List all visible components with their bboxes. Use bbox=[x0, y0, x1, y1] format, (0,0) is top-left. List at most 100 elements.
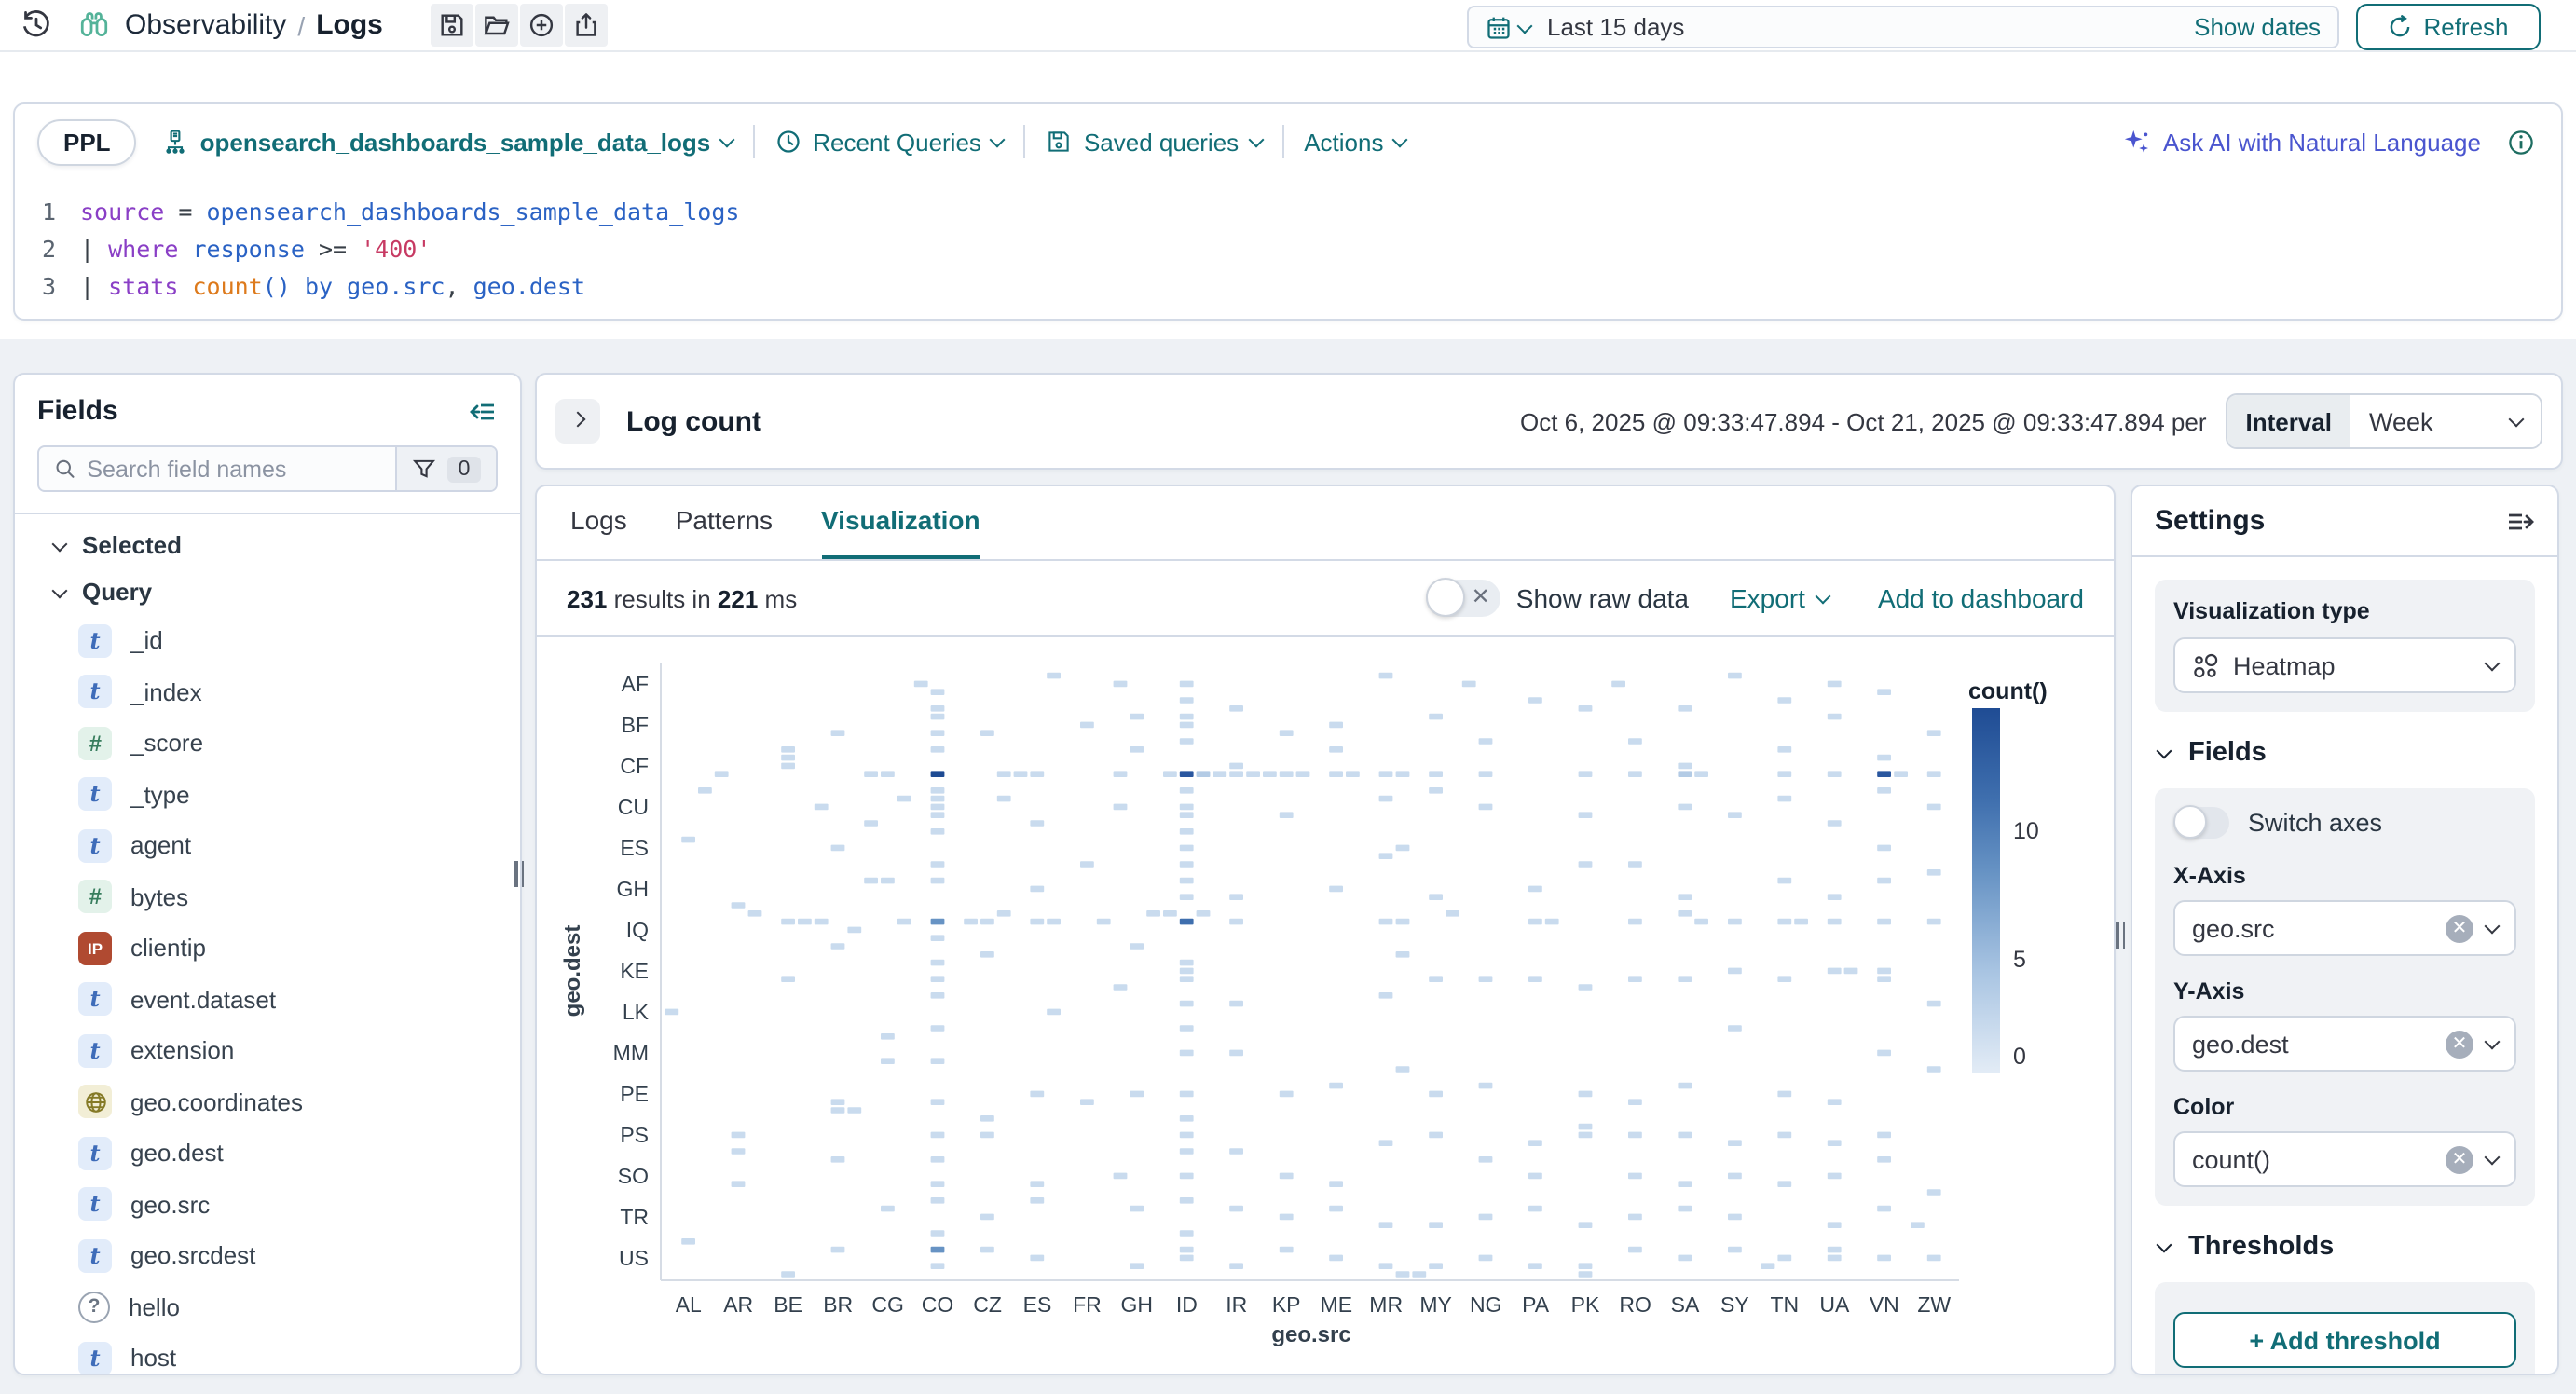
collapse-settings-icon[interactable] bbox=[2505, 506, 2535, 536]
history-icon[interactable] bbox=[21, 9, 52, 41]
visualization-panel: Logs Patterns Visualization 231 results … bbox=[535, 485, 2116, 1375]
text-field-icon: t bbox=[78, 778, 112, 812]
svg-text:US: US bbox=[619, 1246, 649, 1270]
svg-text:BE: BE bbox=[774, 1292, 802, 1317]
field-group-selected[interactable]: Selected bbox=[15, 522, 520, 568]
editor-line[interactable]: 1source = opensearch_dashboards_sample_d… bbox=[15, 194, 2561, 231]
field-name: geo.coordinates bbox=[130, 1088, 303, 1116]
share-button[interactable] bbox=[566, 4, 609, 47]
svg-text:SA: SA bbox=[1671, 1292, 1700, 1317]
field-item-_index[interactable]: t_index bbox=[15, 666, 520, 718]
refresh-button[interactable]: Refresh bbox=[2356, 4, 2541, 50]
field-item-geo.src[interactable]: tgeo.src bbox=[15, 1179, 520, 1230]
color-select[interactable]: count() ✕ bbox=[2173, 1131, 2516, 1187]
add-threshold-button[interactable]: + Add threshold bbox=[2173, 1312, 2516, 1368]
saved-queries-button[interactable]: Saved queries bbox=[1047, 128, 1261, 156]
thresholds-section-header[interactable]: Thresholds bbox=[2158, 1232, 2535, 1262]
visualization-type-select[interactable]: Heatmap bbox=[2173, 637, 2516, 693]
svg-text:IR: IR bbox=[1226, 1292, 1247, 1317]
actions-menu-button[interactable]: Actions bbox=[1304, 128, 1405, 156]
panel-title: Log count bbox=[626, 405, 761, 437]
add-to-dashboard-button[interactable]: Add to dashboard bbox=[1878, 583, 2084, 613]
expand-panel-button[interactable] bbox=[555, 399, 600, 444]
save-button[interactable] bbox=[432, 4, 474, 47]
tab-visualization[interactable]: Visualization bbox=[821, 505, 980, 559]
field-item-bytes[interactable]: # bytes bbox=[15, 871, 520, 922]
editor-line[interactable]: 2| where response >= '400' bbox=[15, 231, 2561, 268]
calendar-icon[interactable] bbox=[1486, 14, 1530, 40]
field-item-geo.srcdest[interactable]: tgeo.srcdest bbox=[15, 1230, 520, 1281]
field-item-agent[interactable]: tagent bbox=[15, 820, 520, 871]
tab-patterns[interactable]: Patterns bbox=[676, 505, 773, 559]
svg-text:BR: BR bbox=[823, 1292, 853, 1317]
text-field-icon: t bbox=[78, 1034, 112, 1068]
search-field-input[interactable] bbox=[87, 456, 380, 482]
heatmap-chart[interactable]: AFBFCFCUESGHIQKELKMMPEPSSOTRUSALARBEBRCG… bbox=[537, 637, 2114, 1375]
clear-color-icon[interactable]: ✕ bbox=[2446, 1145, 2473, 1173]
ppl-query-editor[interactable]: 1source = opensearch_dashboards_sample_d… bbox=[15, 179, 2561, 306]
date-range-value[interactable]: Last 15 days bbox=[1547, 13, 1684, 41]
svg-text:AR: AR bbox=[723, 1292, 753, 1317]
sidebar-resize-handle[interactable] bbox=[514, 861, 524, 887]
field-item-hello[interactable]: ?hello bbox=[15, 1281, 520, 1332]
field-filter-button[interactable]: 0 bbox=[395, 447, 496, 490]
chevron-down-icon bbox=[2157, 1237, 2172, 1253]
new-button[interactable] bbox=[521, 4, 564, 47]
field-item-host[interactable]: thost bbox=[15, 1332, 520, 1375]
line-number: 3 bbox=[15, 268, 56, 306]
clear-y-axis-icon[interactable]: ✕ bbox=[2446, 1030, 2473, 1058]
geo-point-field-icon bbox=[78, 1086, 112, 1119]
svg-text:TR: TR bbox=[620, 1205, 649, 1229]
switch-axes-toggle[interactable] bbox=[2173, 807, 2229, 839]
svg-text:RO: RO bbox=[1619, 1292, 1651, 1317]
svg-text:MY: MY bbox=[1419, 1292, 1452, 1317]
interval-control: Interval Week bbox=[2226, 393, 2543, 449]
field-item-geo.dest[interactable]: tgeo.dest bbox=[15, 1128, 520, 1179]
field-name: bytes bbox=[130, 883, 188, 911]
clear-x-axis-icon[interactable]: ✕ bbox=[2446, 914, 2473, 942]
ask-ai-button[interactable]: Ask AI with Natural Language bbox=[2124, 128, 2481, 156]
fields-sidebar: Fields 0 Selecte bbox=[13, 373, 522, 1375]
field-item-extension[interactable]: textension bbox=[15, 1025, 520, 1076]
field-item-geo.coordinates[interactable]: geo.coordinates bbox=[15, 1076, 520, 1128]
heatmap-icon bbox=[2192, 651, 2220, 679]
y-axis-select[interactable]: geo.dest ✕ bbox=[2173, 1016, 2516, 1072]
collapse-sidebar-icon[interactable] bbox=[468, 396, 498, 426]
breadcrumb-app[interactable]: Observability bbox=[125, 9, 286, 41]
field-item-_score[interactable]: #_score bbox=[15, 718, 520, 769]
chevron-down-icon bbox=[2485, 1034, 2501, 1050]
field-group-query[interactable]: Query bbox=[15, 568, 520, 615]
export-button[interactable]: Export bbox=[1730, 583, 1829, 613]
show-raw-data-label: Show raw data bbox=[1516, 583, 1689, 613]
date-picker-bar[interactable]: Last 15 days Show dates bbox=[1467, 6, 2339, 48]
svg-text:ES: ES bbox=[1023, 1292, 1052, 1317]
field-item-_type[interactable]: t_type bbox=[15, 769, 520, 820]
info-icon[interactable] bbox=[2507, 128, 2535, 156]
color-label: Color bbox=[2173, 1094, 2516, 1120]
dataset-selector[interactable]: opensearch_dashboards_sample_data_logs bbox=[163, 128, 733, 156]
show-raw-data-toggle[interactable]: ✕ bbox=[1427, 580, 1501, 617]
text-field-icon: t bbox=[78, 676, 112, 709]
colorbar-tick: 10 bbox=[2013, 817, 2039, 843]
fields-section-header[interactable]: Fields bbox=[2158, 738, 2535, 768]
svg-text:CG: CG bbox=[871, 1292, 904, 1317]
svg-text:CO: CO bbox=[922, 1292, 954, 1317]
number-field-icon: # bbox=[78, 881, 112, 914]
settings-resize-handle[interactable] bbox=[2116, 922, 2125, 949]
field-item-clientip[interactable]: IPclientip bbox=[15, 922, 520, 974]
tab-logs[interactable]: Logs bbox=[570, 505, 627, 559]
fields-title: Fields bbox=[37, 395, 118, 427]
editor-line[interactable]: 3| stats count() by geo.src, geo.dest bbox=[15, 268, 2561, 306]
x-axis-select[interactable]: geo.src ✕ bbox=[2173, 900, 2516, 956]
open-folder-button[interactable] bbox=[476, 4, 519, 47]
interval-select[interactable]: Week bbox=[2350, 395, 2541, 447]
field-item-event.dataset[interactable]: tevent.dataset bbox=[15, 974, 520, 1025]
observability-logs-page: Observability / Logs bbox=[0, 0, 2576, 1394]
svg-text:VN: VN bbox=[1870, 1292, 1899, 1317]
svg-text:GH: GH bbox=[1121, 1292, 1154, 1317]
show-dates-button[interactable]: Show dates bbox=[2194, 13, 2321, 41]
field-item-_id[interactable]: t_id bbox=[15, 615, 520, 666]
query-language-button[interactable]: PPL bbox=[37, 118, 137, 165]
index-icon bbox=[163, 129, 189, 155]
recent-queries-button[interactable]: Recent Queries bbox=[775, 128, 1004, 156]
